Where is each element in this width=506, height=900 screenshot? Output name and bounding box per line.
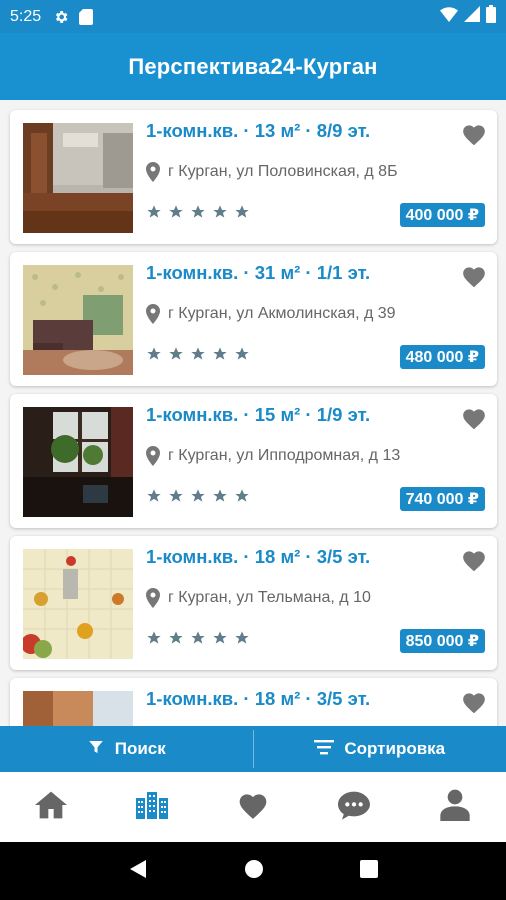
app-bar: Перспектива24-Курган — [0, 33, 506, 100]
profile-icon — [440, 789, 471, 826]
address-text: г Курган, ул Акмолинская, д 39 — [168, 305, 396, 322]
star-icon — [146, 204, 162, 220]
buildings-icon — [135, 790, 169, 825]
favorite-heart-icon[interactable] — [459, 262, 489, 290]
status-bar: 5:25 — [0, 0, 506, 33]
tab-profile[interactable] — [425, 777, 485, 837]
listing-title[interactable]: 1-комн.кв. · 15 м² · 1/9 эт. — [146, 404, 370, 426]
listing-photo[interactable] — [23, 123, 133, 233]
star-icon — [146, 346, 162, 362]
sd-card-icon — [79, 8, 94, 25]
star-icon — [168, 346, 184, 362]
price-badge: 740 000 ₽ — [399, 487, 485, 511]
star-icon — [234, 630, 250, 646]
favorite-heart-icon[interactable] — [459, 120, 489, 148]
star-icon — [190, 630, 206, 646]
recents-square-icon[interactable] — [360, 859, 378, 883]
search-button-label: Поиск — [114, 739, 166, 758]
listing-address: г Курган, ул Акмолинская, д 39 — [146, 304, 396, 324]
star-icon — [168, 488, 184, 504]
listing-address: г Курган, ул Тельмана, д 10 — [146, 588, 371, 608]
address-text: г Курган, ул Половинская, д 8Б — [168, 163, 398, 180]
tab-listings[interactable] — [122, 777, 182, 837]
cellular-signal-icon — [464, 6, 480, 27]
heart-icon — [237, 790, 269, 825]
star-icon — [212, 346, 228, 362]
listing-card[interactable]: 1-комн.кв. · 18 м² · 3/5 эт. г Курган, у… — [10, 536, 497, 670]
bottom-tab-bar — [0, 772, 506, 842]
page-title: Перспектива24-Курган — [128, 53, 378, 79]
star-icon — [190, 346, 206, 362]
sort-icon — [314, 739, 335, 760]
wifi-icon — [440, 6, 458, 27]
system-navigation-bar — [0, 842, 506, 900]
address-text: г Курган, ул Тельмана, д 10 — [168, 589, 371, 606]
listing-title[interactable]: 1-комн.кв. · 13 м² · 8/9 эт. — [146, 120, 370, 142]
listing-title[interactable]: 1-комн.кв. · 31 м² · 1/1 эт. — [146, 262, 370, 284]
location-pin-icon — [146, 162, 160, 182]
listing-photo[interactable] — [23, 549, 133, 659]
listing-address: г Курган, ул Ипподромная, д 13 — [146, 446, 400, 466]
chat-icon — [338, 790, 371, 825]
listing-card[interactable]: 1-комн.кв. · 13 м² · 8/9 эт. г Курган, у… — [10, 110, 497, 244]
listing-photo[interactable] — [23, 265, 133, 375]
star-icon — [146, 630, 162, 646]
star-icon — [190, 488, 206, 504]
price-badge: 400 000 ₽ — [399, 203, 485, 227]
sort-button[interactable]: Сортировка — [254, 726, 506, 772]
listing-address: г Курган, ул Половинская, д 8Б — [146, 162, 398, 182]
action-bar: Поиск Сортировка — [0, 726, 506, 772]
filter-icon — [87, 738, 105, 761]
location-pin-icon — [146, 588, 160, 608]
price-badge: 480 000 ₽ — [399, 345, 485, 369]
star-icon — [168, 204, 184, 220]
listing-photo[interactable] — [23, 407, 133, 517]
tab-messages[interactable] — [324, 777, 384, 837]
settings-icon — [53, 9, 69, 25]
tab-favorites[interactable] — [223, 777, 283, 837]
home-icon — [34, 790, 67, 825]
rating-stars — [146, 204, 250, 220]
star-icon — [212, 204, 228, 220]
star-icon — [212, 630, 228, 646]
location-pin-icon — [146, 446, 160, 466]
star-icon — [234, 488, 250, 504]
favorite-heart-icon[interactable] — [459, 404, 489, 432]
rating-stars — [146, 488, 250, 504]
rating-stars — [146, 630, 250, 646]
back-icon[interactable] — [128, 859, 148, 884]
listing-card[interactable]: 1-комн.кв. · 31 м² · 1/1 эт. г Курган, у… — [10, 252, 497, 386]
listing-title[interactable]: 1-комн.кв. · 18 м² · 3/5 эт. — [146, 688, 370, 710]
listing-title[interactable]: 1-комн.кв. · 18 м² · 3/5 эт. — [146, 546, 370, 568]
battery-icon — [486, 5, 496, 28]
favorite-heart-icon[interactable] — [459, 546, 489, 574]
star-icon — [234, 204, 250, 220]
sort-button-label: Сортировка — [344, 739, 446, 758]
star-icon — [146, 488, 162, 504]
listing-list[interactable]: 1-комн.кв. · 13 м² · 8/9 эт. г Курган, у… — [0, 100, 506, 726]
address-text: г Курган, ул Ипподромная, д 13 — [168, 447, 401, 464]
search-button[interactable]: Поиск — [0, 726, 253, 772]
rating-stars — [146, 346, 250, 362]
home-circle-icon[interactable] — [244, 859, 264, 884]
listing-card[interactable]: 1-комн.кв. · 15 м² · 1/9 эт. г Курган, у… — [10, 394, 497, 528]
listing-card[interactable]: 1-комн.кв. · 18 м² · 3/5 эт. — [10, 678, 497, 726]
location-pin-icon — [146, 304, 160, 324]
favorite-heart-icon[interactable] — [459, 688, 489, 716]
star-icon — [234, 346, 250, 362]
status-time: 5:25 — [10, 7, 42, 25]
star-icon — [212, 488, 228, 504]
star-icon — [190, 204, 206, 220]
tab-home[interactable] — [21, 777, 81, 837]
listing-photo[interactable] — [23, 691, 133, 726]
price-badge: 850 000 ₽ — [399, 629, 485, 653]
star-icon — [168, 630, 184, 646]
